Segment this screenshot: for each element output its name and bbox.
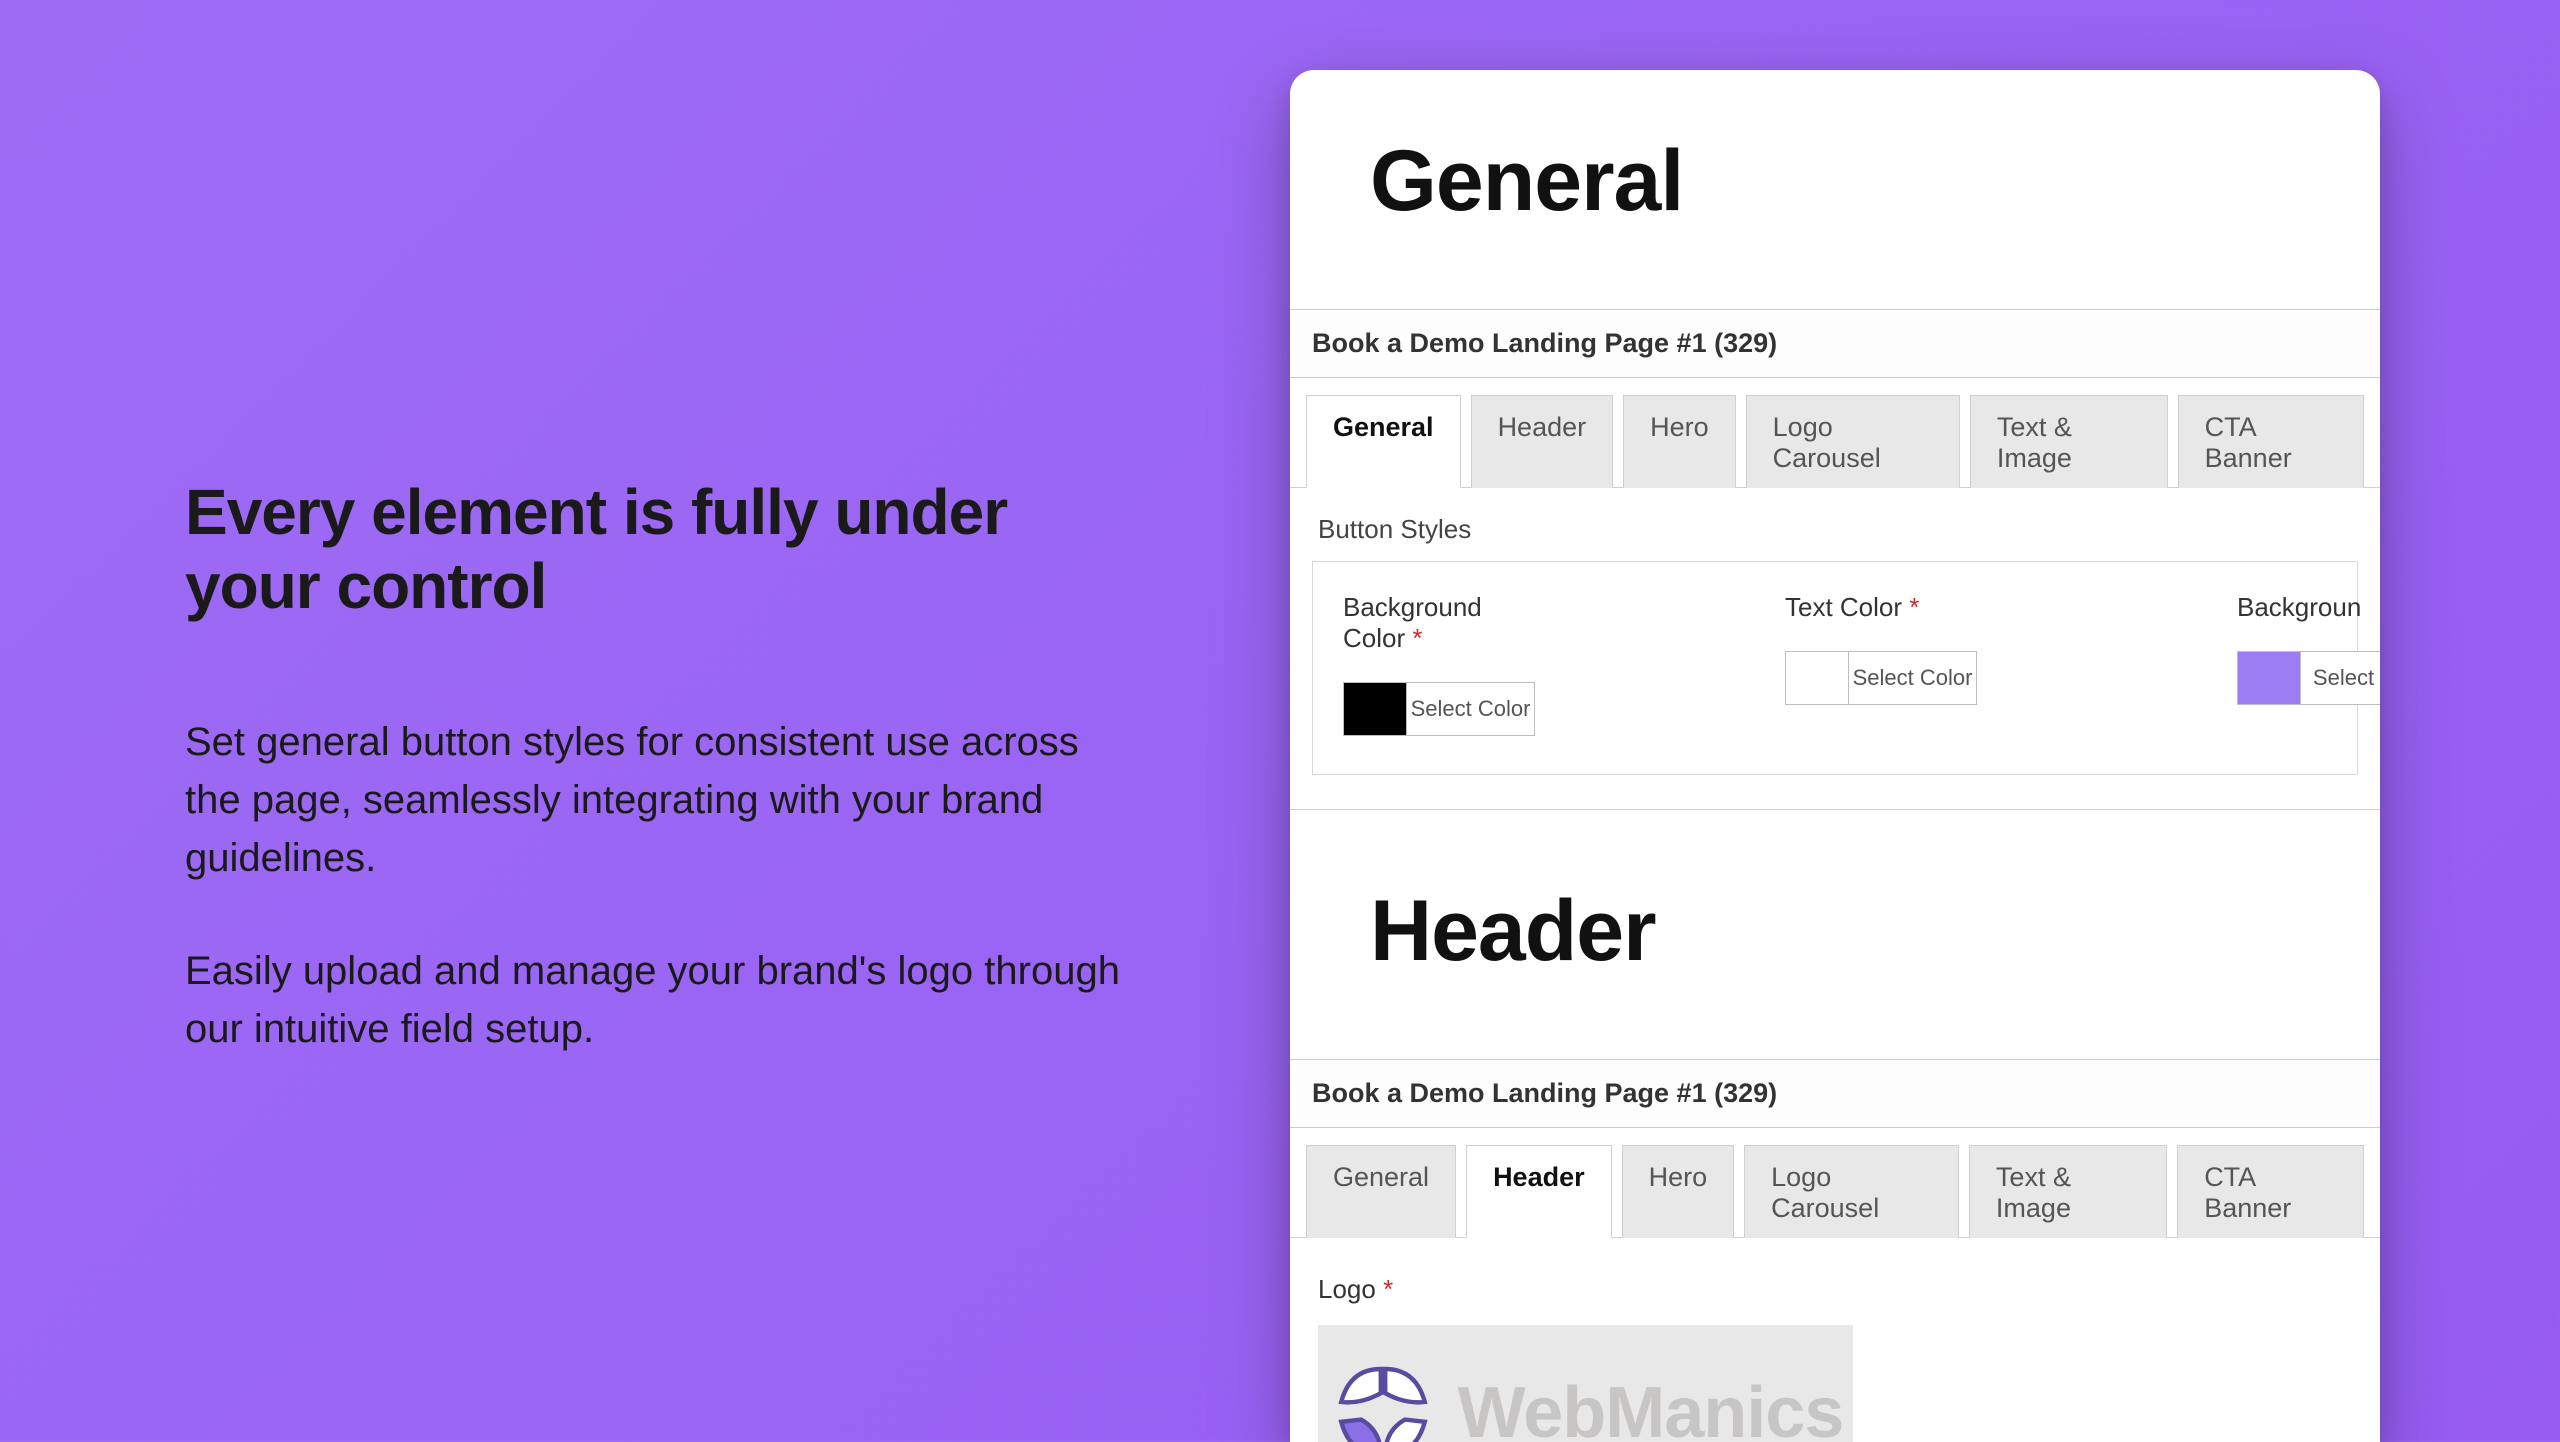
metabox-body-general: Button Styles Background Color * Select …: [1290, 488, 2380, 809]
metabox-body-header: Logo * WebManics: [1290, 1238, 2380, 1442]
label-text: Text Color: [1785, 592, 1902, 622]
tab-hero[interactable]: Hero: [1623, 395, 1736, 488]
tab-header[interactable]: Header: [1466, 1145, 1612, 1238]
tab-hero[interactable]: Hero: [1622, 1145, 1735, 1238]
paragraph-2: Easily upload and manage your brand's lo…: [185, 942, 1145, 1058]
select-color-button[interactable]: Select Color: [1848, 652, 1976, 704]
swatch-background-color[interactable]: [1344, 683, 1406, 735]
page-title: Book a Demo Landing Page #1 (329): [1290, 310, 2380, 378]
headline: Every element is fully under your contro…: [185, 475, 1145, 623]
marketing-copy: Every element is fully under your contro…: [185, 475, 1145, 1113]
metabox-header: Book a Demo Landing Page #1 (329) Genera…: [1290, 1059, 2380, 1442]
label-logo: Logo *: [1318, 1274, 2358, 1305]
required-icon: *: [1383, 1274, 1393, 1304]
tab-text-image[interactable]: Text & Image: [1970, 395, 2168, 488]
color-input-text: Select Color: [1785, 651, 1977, 705]
tabs-header: General Header Hero Logo Carousel Text &…: [1290, 1128, 2380, 1238]
logo-wordmark: WebManics: [1458, 1372, 1844, 1442]
swatch-bg-hover[interactable]: [2238, 652, 2300, 704]
label-text: Backgroun: [2237, 592, 2361, 622]
label-background-color: Background Color *: [1343, 592, 1535, 654]
section-title-header: Header: [1370, 882, 2380, 981]
color-input-background: Select Color: [1343, 682, 1535, 736]
required-icon: *: [1909, 592, 1919, 622]
logo-preview[interactable]: WebManics: [1318, 1325, 1853, 1442]
section-title-general: General: [1370, 132, 2380, 231]
field-text-color: Text Color * Select Color: [1785, 592, 1977, 736]
page-title: Book a Demo Landing Page #1 (329): [1290, 1060, 2380, 1128]
select-color-button[interactable]: Select: [2300, 652, 2380, 704]
tab-logo-carousel[interactable]: Logo Carousel: [1744, 1145, 1959, 1238]
tab-cta-banner[interactable]: CTA Banner: [2177, 1145, 2364, 1238]
field-background-color: Background Color * Select Color: [1343, 592, 1535, 736]
label-background-hover-partial: Backgroun: [2237, 592, 2380, 623]
swatch-text-color[interactable]: [1786, 652, 1848, 704]
color-input-bg-hover: Select: [2237, 651, 2380, 705]
tab-header[interactable]: Header: [1471, 395, 1614, 488]
logo-mark-icon: [1328, 1358, 1438, 1442]
label-text-color: Text Color *: [1785, 592, 1977, 623]
editor-panel: General Book a Demo Landing Page #1 (329…: [1290, 70, 2380, 1442]
paragraph-1: Set general button styles for consistent…: [185, 713, 1145, 887]
metabox-general: Book a Demo Landing Page #1 (329) Genera…: [1290, 309, 2380, 810]
label-text: Logo: [1318, 1274, 1376, 1304]
tab-text-image[interactable]: Text & Image: [1969, 1145, 2167, 1238]
tab-general[interactable]: General: [1306, 1145, 1456, 1238]
tab-cta-banner[interactable]: CTA Banner: [2178, 395, 2364, 488]
tabs-general: General Header Hero Logo Carousel Text &…: [1290, 378, 2380, 488]
button-styles-row: Background Color * Select Color Text Col…: [1312, 561, 2358, 775]
tab-general[interactable]: General: [1306, 395, 1461, 488]
select-color-button[interactable]: Select Color: [1406, 683, 1534, 735]
field-background-hover-partial: Backgroun Select: [2237, 592, 2380, 736]
tab-logo-carousel[interactable]: Logo Carousel: [1746, 395, 1960, 488]
group-label-button-styles: Button Styles: [1318, 514, 2358, 545]
required-icon: *: [1412, 623, 1422, 653]
